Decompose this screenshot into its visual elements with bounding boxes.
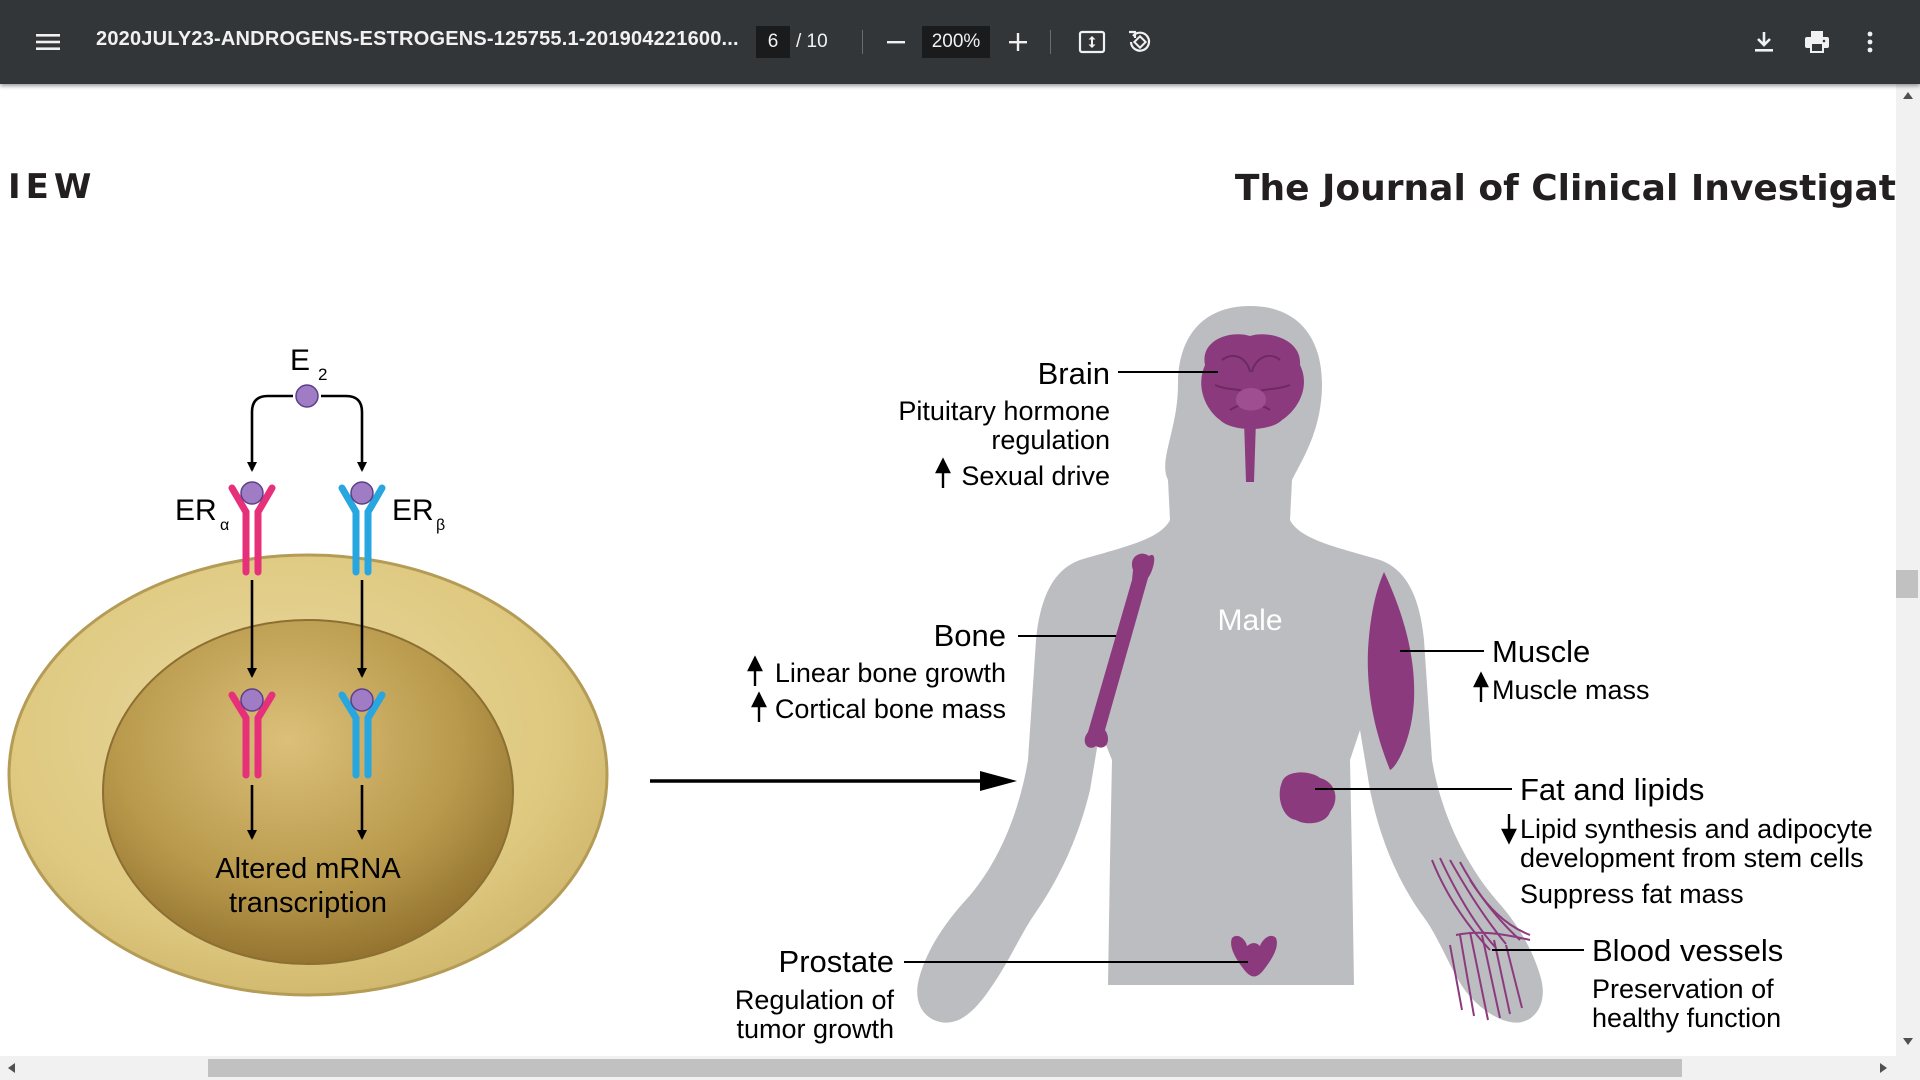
document-title: 2020JULY23-ANDROGENS-ESTROGENS-125755.1-… [96,28,739,50]
fit-to-page-button[interactable] [1072,22,1112,62]
fat-text-line3: Suppress fat mass [1520,879,1744,909]
ligand-subscript: 2 [318,365,327,384]
prostate-text-line2: tumor growth [736,1014,894,1044]
bone-text-line1: Linear bone growth [775,658,1006,688]
scroll-down-arrow-icon[interactable] [1903,1038,1913,1045]
page-header-section: IEW [8,167,96,207]
ligand-label: E [290,344,310,377]
prostate-text-line1: Regulation of [735,985,895,1015]
pdf-page: IEW The Journal of Clinical Investigat E… [7,167,1896,1044]
er-alpha-label: ER [175,494,217,527]
fat-title: Fat and lipids [1520,772,1704,807]
decrease-arrow-icon [1501,814,1517,845]
ligand-arrow-beta [321,394,367,472]
increase-arrow-icon [1473,671,1489,702]
brain-text-line2: regulation [991,425,1110,455]
more-vert-icon [1867,31,1873,53]
increase-arrow-icon [747,655,763,686]
horizontal-scroll-thumb[interactable] [208,1059,1682,1077]
scroll-left-arrow-icon[interactable] [8,1063,15,1073]
download-icon [1755,32,1773,52]
vertical-scroll-thumb[interactable] [1896,570,1918,598]
toolbar-divider [1050,30,1051,54]
er-beta-subscript: β [436,517,445,534]
download-button[interactable] [1744,22,1784,62]
ligand-arrow-alpha [247,394,293,472]
more-options-button[interactable] [1850,22,1890,62]
prostate-title: Prostate [779,944,894,979]
main-arrow-head [980,771,1017,791]
zoom-out-button[interactable] [876,22,916,62]
print-icon [1805,31,1829,53]
scrollbar-corner [1896,1056,1920,1080]
print-button[interactable] [1797,22,1837,62]
plus-icon [1009,33,1027,51]
toolbar-divider [862,30,863,54]
menu-icon [36,34,60,50]
er-alpha-subscript: α [220,517,229,534]
increase-arrow-icon [935,457,951,488]
minus-icon [887,41,905,44]
zoom-in-button[interactable] [998,22,1038,62]
journal-title: The Journal of Clinical Investigat [1235,168,1896,209]
vessels-text-line1: Preservation of [1592,974,1774,1004]
nucleus-text-line2: transcription [229,887,387,919]
fat-text-line1: Lipid synthesis and adipocyte [1520,814,1873,844]
zoom-level-input[interactable]: 200% [922,26,990,58]
fit-page-icon [1078,30,1106,54]
scroll-right-arrow-icon[interactable] [1880,1063,1887,1073]
rotate-icon [1129,30,1151,52]
muscle-text-line1: Muscle mass [1492,675,1650,705]
brain-text-line1: Pituitary hormone [898,396,1110,426]
page-number-input[interactable]: 6 [756,26,790,58]
brain-title: Brain [1038,356,1110,391]
vessels-text-line2: healthy function [1592,1003,1781,1033]
er-beta-label: ER [392,494,434,527]
nucleus-text-line1: Altered mRNA [215,853,401,885]
fat-text-line2: development from stem cells [1520,843,1864,873]
bone-text-line2: Cortical bone mass [775,694,1006,724]
page-total: / 10 [796,31,828,52]
body-label: Male [1217,604,1282,637]
brain-text-line3: Sexual drive [961,461,1110,491]
rotate-button[interactable] [1120,22,1160,62]
ligand-molecule [295,384,319,408]
bone-title: Bone [934,618,1006,653]
vessels-title: Blood vessels [1592,933,1783,968]
muscle-title: Muscle [1492,634,1590,669]
scroll-up-arrow-icon[interactable] [1903,92,1913,99]
cell-diagram: E 2 ER α ER β Altered mRNA transcription [7,344,609,997]
menu-button[interactable] [28,22,68,62]
increase-arrow-icon [751,691,767,722]
pdf-viewport[interactable]: IEW The Journal of Clinical Investigat E… [0,84,1896,1056]
pdf-toolbar: 2020JULY23-ANDROGENS-ESTROGENS-125755.1-… [0,0,1920,84]
